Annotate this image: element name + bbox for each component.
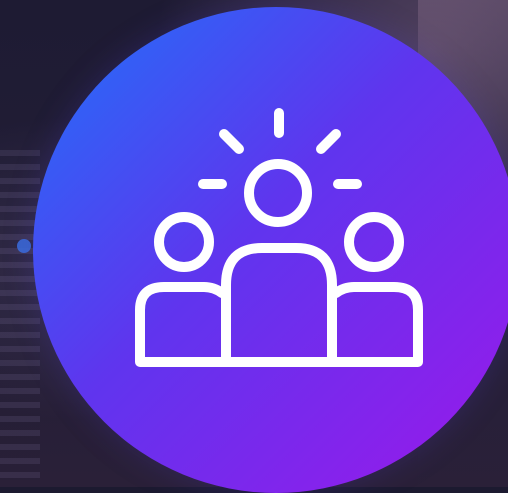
center-person-body-icon xyxy=(221,243,337,367)
center-person-head-icon xyxy=(244,159,312,227)
left-person-body-icon xyxy=(135,282,231,367)
right-person-body-icon xyxy=(327,282,423,367)
team-icon xyxy=(135,108,423,367)
right-person-head-icon xyxy=(344,212,404,272)
left-person-head-icon xyxy=(154,212,214,272)
sun-rays-icon xyxy=(198,108,362,189)
